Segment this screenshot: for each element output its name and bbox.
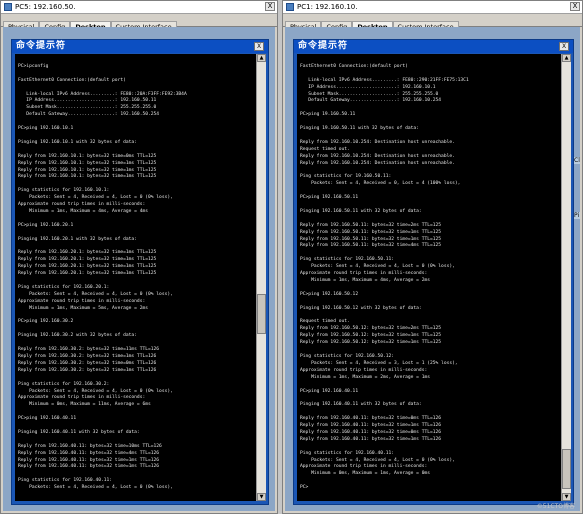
command-prompt-window: 命令提示符 X FastEthernet0 Connection:(defaul…	[293, 39, 574, 505]
background-app-label: Pi	[574, 212, 580, 219]
command-prompt-title: 命令提示符	[298, 41, 349, 51]
scroll-down-icon[interactable]: ▼	[562, 493, 571, 501]
vertical-scrollbar[interactable]: ▲ ▼	[561, 54, 571, 501]
terminal-text: PC>ipconfig FastEthernet0 Connection:(de…	[18, 63, 187, 491]
scroll-thumb[interactable]	[257, 294, 266, 334]
background-app-label: Cl	[574, 157, 580, 164]
terminal-output[interactable]: PC>ipconfig FastEthernet0 Connection:(de…	[15, 54, 256, 501]
close-icon[interactable]: X	[254, 42, 264, 51]
pc5-window: PC5: 192.160.50. X PhysicalConfigDesktop…	[0, 0, 278, 514]
command-prompt-window: 命令提示符 X PC>ipconfig FastEthernet0 Connec…	[11, 39, 269, 505]
terminal-output[interactable]: FastEthernet0 Connection:(default port) …	[297, 54, 561, 501]
desktop-panel: 命令提示符 X FastEthernet0 Connection:(defaul…	[285, 27, 580, 511]
close-icon[interactable]: X	[559, 42, 569, 51]
close-icon[interactable]: X	[265, 2, 275, 11]
tab-bar: PhysicalConfigDesktopCustom Interface	[283, 14, 582, 32]
terminal-text: FastEthernet0 Connection:(default port) …	[300, 63, 469, 491]
pc1-titlebar[interactable]: PC1: 192.160.10. X	[283, 1, 582, 14]
pc1-window: PC1: 192.160.10. X PhysicalConfigDesktop…	[282, 0, 583, 514]
scroll-down-icon[interactable]: ▼	[257, 493, 266, 501]
watermark: ©51CTO博客	[536, 503, 575, 510]
close-icon[interactable]: X	[570, 2, 580, 11]
command-prompt-titlebar[interactable]: 命令提示符 X	[12, 40, 268, 53]
tab-bar: PhysicalConfigDesktopCustom Interface	[1, 14, 277, 32]
vertical-scrollbar[interactable]: ▲ ▼	[256, 54, 266, 501]
command-prompt-title: 命令提示符	[16, 41, 67, 51]
pc-app-icon	[286, 3, 294, 11]
desktop-panel: 命令提示符 X PC>ipconfig FastEthernet0 Connec…	[3, 27, 275, 511]
pc-app-icon	[4, 3, 12, 11]
command-prompt-titlebar[interactable]: 命令提示符 X	[294, 40, 573, 53]
scroll-thumb[interactable]	[562, 449, 571, 489]
scroll-up-icon[interactable]: ▲	[562, 54, 571, 62]
pc5-titlebar[interactable]: PC5: 192.160.50. X	[1, 1, 277, 14]
window-title: PC1: 192.160.10.	[297, 3, 358, 11]
scroll-up-icon[interactable]: ▲	[257, 54, 266, 62]
window-title: PC5: 192.160.50.	[15, 3, 76, 11]
